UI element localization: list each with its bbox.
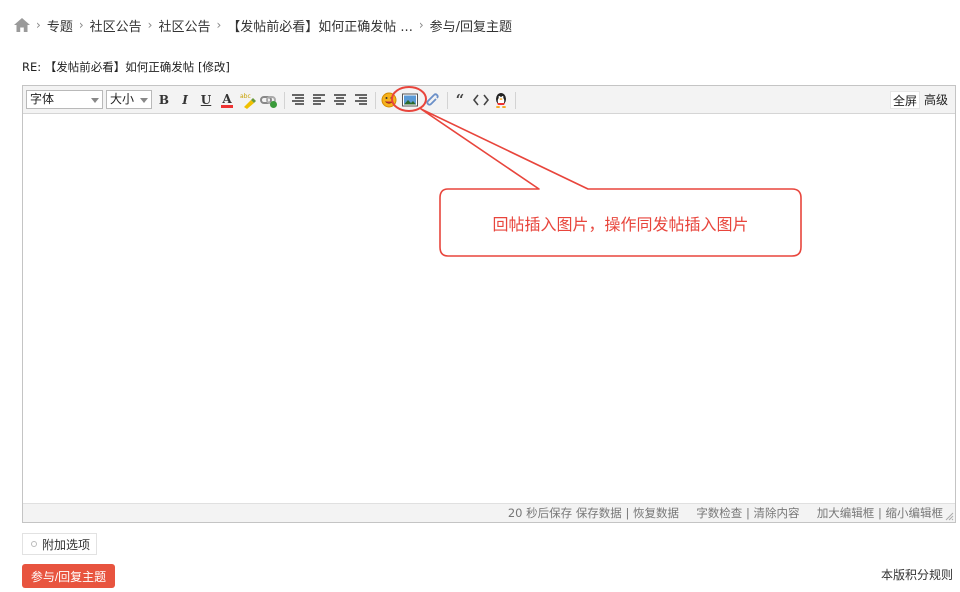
attachment-icon [426,93,439,106]
editor-statusbar: 20 秒后保存 保存数据 | 恢复数据 字数检查 | 清除内容 加大编辑框 | … [23,503,955,522]
clear-content-link[interactable]: 清除内容 [754,506,800,520]
font-size-select-value: 大小 [110,92,135,106]
toolbar-divider [284,92,285,109]
chevron-right-icon: › [36,18,41,32]
bullet-icon [31,541,37,547]
toolbar-divider [375,92,376,109]
bold-button[interactable]: B [156,90,172,110]
smiley-icon [381,92,397,108]
align-center-icon [334,94,346,105]
toolbar-divider [447,92,448,109]
link-button[interactable] [260,90,278,110]
font-size-select[interactable]: 大小 [106,90,152,109]
qq-button[interactable] [492,90,510,110]
code-button[interactable] [472,90,490,110]
status-separator: | [877,506,882,520]
rich-text-editor: 字体 大小 B I U A abc “ 全屏 高级 20 秒后保存 保存数据 |… [22,85,956,523]
chevron-right-icon: › [147,18,153,32]
breadcrumb-thread[interactable]: 【发帖前必看】如何正确发帖 ... [227,16,413,35]
image-icon [402,93,418,107]
extra-options-label: 附加选项 [42,537,91,552]
breadcrumb-community-notice[interactable]: 社区公告 [90,16,142,35]
status-separator: | [625,506,630,520]
chevron-right-icon: › [418,18,424,32]
home-icon[interactable] [14,18,30,32]
resize-grip-icon[interactable] [945,512,954,521]
reply-subject: RE: 【发帖前必看】如何正确发帖 [修改] [22,60,230,74]
align-center-button[interactable] [332,90,348,110]
insert-image-button[interactable] [401,90,419,110]
font-color-button[interactable]: A [219,90,235,110]
fullscreen-button[interactable]: 全屏 [890,91,921,109]
font-color-icon: A [221,92,233,108]
code-icon [473,94,489,106]
extra-options-toggle[interactable]: 附加选项 [22,533,97,555]
word-count-check-link[interactable]: 字数检查 [696,506,742,520]
align-left-button[interactable] [311,90,327,110]
forum-credit-rules-link[interactable]: 本版积分规则 [881,566,953,583]
align-right-icon [355,94,367,105]
editor-content-area[interactable] [23,115,955,503]
enlarge-editor-link[interactable]: 加大编辑框 [817,506,875,520]
emoticon-button[interactable] [380,90,398,110]
align-left-icon [313,94,325,105]
quote-button[interactable]: “ [452,90,468,110]
status-separator: | [745,506,750,520]
editor-toolbar: 字体 大小 B I U A abc “ 全屏 高级 [23,86,955,114]
font-family-select-value: 字体 [30,92,55,106]
breadcrumb-current: 参与/回复主题 [429,19,513,35]
svg-text:A: A [221,92,232,106]
submit-reply-button[interactable]: 参与/回复主题 [22,564,115,588]
insert-attachment-button[interactable] [422,90,440,110]
align-justify-button[interactable] [290,90,306,110]
breadcrumb-topic[interactable]: 专题 [47,16,73,35]
align-justify-icon [292,94,304,105]
save-data-link[interactable]: 保存数据 [576,506,622,520]
breadcrumb-community-notice-forum[interactable]: 社区公告 [158,16,210,35]
chevron-right-icon: › [216,18,222,32]
dropdown-arrow-icon [91,98,99,103]
link-icon [260,96,277,108]
font-family-select[interactable]: 字体 [26,90,103,109]
highlight-icon: abc [240,93,256,109]
annotation-callout-text: 回帖插入图片，操作同发帖插入图片 [492,214,749,234]
chevron-right-icon: › [78,18,84,32]
align-right-button[interactable] [353,90,369,110]
dropdown-arrow-icon [140,98,148,103]
quote-icon: “ [455,91,465,109]
advanced-mode-button[interactable]: 高级 [922,91,950,109]
svg-text:abc: abc [240,93,251,100]
toolbar-divider [515,92,516,109]
autosave-countdown: 20 秒后保存 [507,506,573,520]
italic-button[interactable]: I [177,90,193,110]
highlight-button[interactable]: abc [239,90,257,110]
underline-button[interactable]: U [198,90,214,110]
restore-data-link[interactable]: 恢复数据 [633,506,679,520]
qq-penguin-icon [496,93,506,108]
breadcrumb: › 专题 › 社区公告 › 社区公告 › 【发帖前必看】如何正确发帖 ... ›… [14,16,513,35]
shrink-editor-link[interactable]: 缩小编辑框 [886,506,944,520]
